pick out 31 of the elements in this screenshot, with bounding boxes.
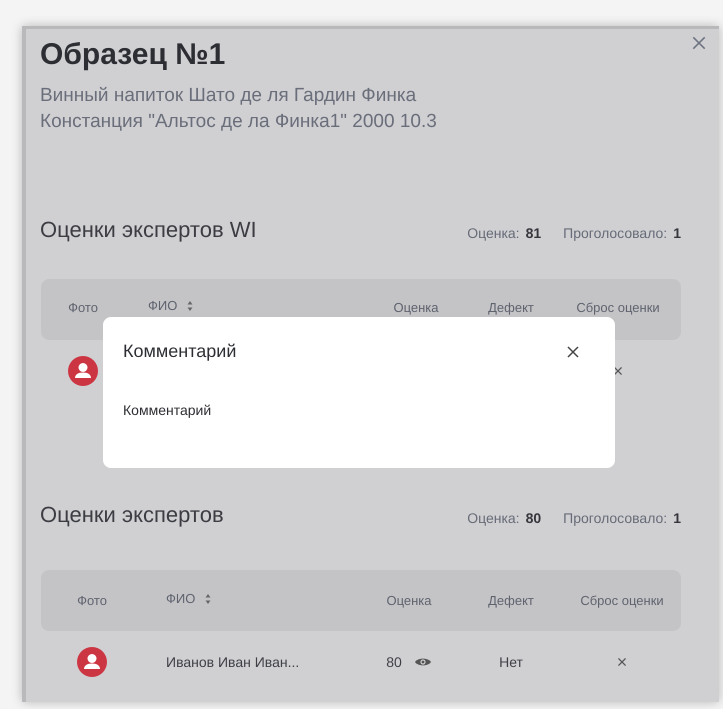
votes-summary: Проголосовало: 1: [563, 225, 681, 241]
sort-icon[interactable]: [205, 592, 212, 604]
column-header: Оценка: [386, 593, 432, 608]
score-summary: Оценка: 80: [467, 510, 542, 526]
column-header: Сброс оценки: [580, 593, 664, 608]
reset-button[interactable]: ×: [616, 652, 628, 672]
section-heading: Оценки экспертов WI: [40, 217, 257, 243]
wine-description: Винный напиток Шато де ля Гардин Финка: [40, 84, 418, 108]
expert-name: Иванов Иван Иван...: [166, 654, 300, 670]
sort-icon[interactable]: [187, 300, 194, 312]
column-header: Оценка: [393, 300, 439, 315]
column-header: Фото: [77, 593, 107, 608]
column-header[interactable]: ФИО: [166, 591, 196, 606]
wine-description: Констанция "Альтос де ла Финка1" 2000 10.3: [40, 110, 438, 134]
score-summary: Оценка: 81: [467, 225, 542, 241]
score-value: 80: [386, 654, 402, 670]
votes-summary: Проголосовало: 1: [563, 510, 681, 526]
column-header: Сброс оценки: [576, 300, 660, 315]
section-heading: Оценки экспертов: [40, 502, 224, 528]
avatar-icon: [77, 647, 107, 677]
column-header: Дефект: [488, 300, 534, 315]
column-header: Фото: [68, 300, 98, 315]
close-icon[interactable]: [566, 345, 580, 359]
comment-text: Комментарий: [123, 402, 212, 418]
avatar-icon: [68, 356, 98, 386]
eye-icon[interactable]: [414, 656, 432, 668]
column-header[interactable]: ФИО: [148, 298, 178, 313]
column-header: Дефект: [488, 593, 534, 608]
sample-title: Образец №1: [40, 37, 226, 73]
dialog-title: Комментарий: [123, 341, 236, 362]
defect-value: Нет: [499, 654, 523, 670]
